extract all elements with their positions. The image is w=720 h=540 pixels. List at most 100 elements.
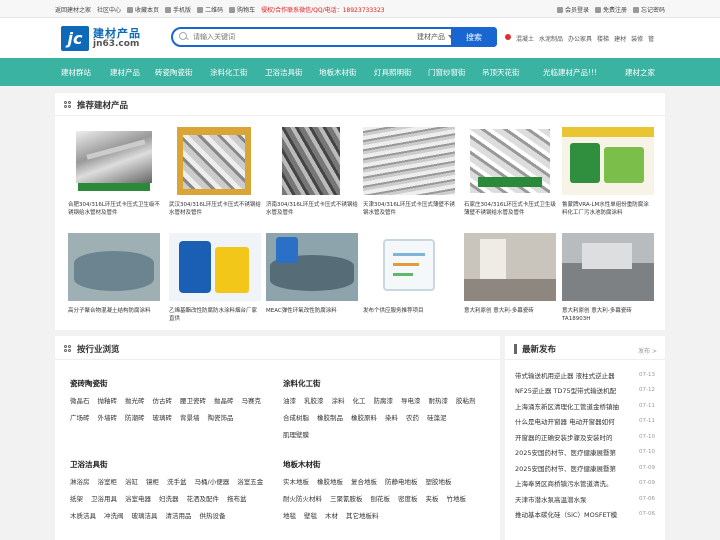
news-title: 最新发布 bbox=[514, 343, 556, 355]
logo-title: 建材产品 bbox=[93, 26, 141, 40]
product-image bbox=[562, 127, 654, 195]
nav-item-flooring[interactable]: 地板木材街 bbox=[319, 67, 357, 78]
logo-domain: jn63.com bbox=[93, 38, 140, 49]
cart-icon bbox=[229, 6, 236, 13]
category-links: 淋浴房 浴室柜 浴缸 镜柜 洗手盆 马桶/小便器 浴室五金 纸架 卫浴用具 浴室电器 妇洗器 花洒及配… bbox=[70, 478, 264, 520]
product-image bbox=[363, 127, 455, 195]
product-image bbox=[562, 233, 654, 301]
login-link[interactable]: 会员登录 bbox=[556, 5, 589, 14]
topbar-link-community[interactable]: 社区中心 bbox=[97, 5, 121, 14]
nav-item-home[interactable]: 建材之家 bbox=[625, 67, 655, 78]
product-card[interactable]: 鲁蒙牌VRA-LM水性单组份重防腐涂料化工厂污水池防腐涂料 bbox=[562, 127, 654, 217]
product-card[interactable]: MEAC弹性环氧改性防腐涂料 bbox=[266, 233, 358, 315]
hot-keyword[interactable]: 建材 bbox=[614, 34, 626, 43]
category-title[interactable]: 瓷砖陶瓷街 bbox=[70, 378, 270, 389]
product-image bbox=[266, 127, 358, 195]
search-category-select[interactable]: 建材产品 bbox=[417, 32, 454, 42]
recommend-section: 推荐建材产品 合肥304/316L环压式卡压式卫生级不锈钢给水管材及管件 武汉3… bbox=[55, 93, 665, 330]
category-title[interactable]: 地板木材街 bbox=[283, 459, 488, 470]
news-item[interactable]: 带式输送机用逆止器 液柱式逆止器 07-13 bbox=[515, 367, 655, 383]
category-group: 涂料化工街 油漆 乳胶漆 涂料 化工 防腐漆 导电漆 耐热漆 胶粘剂 合成树脂 橡胶制品 橡胶原料染… bbox=[283, 378, 488, 439]
lock-icon bbox=[632, 6, 639, 13]
grid-icon bbox=[64, 101, 72, 109]
product-card[interactable]: 意大利原创 意大利-多幕瓷砖TA18903H bbox=[562, 233, 654, 323]
nav-item-products[interactable]: 建材产品 bbox=[110, 67, 140, 78]
nav-item-welcome[interactable]: 光临建材产品!!! bbox=[543, 67, 597, 78]
nav-item-windows[interactable]: 门窗纱窗街 bbox=[428, 67, 466, 78]
topbar-link-mobile[interactable]: 手机版 bbox=[165, 5, 191, 14]
product-card[interactable]: 高分子聚合物混凝土结构防腐涂料 bbox=[68, 233, 160, 315]
top-bar: 返回建材之家 社区中心 收藏本页 手机版 二维码 购物车 侵权/合作联系微信/Q… bbox=[0, 0, 720, 18]
category-title[interactable]: 涂料化工街 bbox=[283, 378, 488, 389]
category-group: 瓷砖陶瓷街 微晶石 抛釉砖 抛光砖 仿古砖 腰卫瓷砖 抛晶砖 马赛克 广场砖 外墙砖 防潮砖 玻璃砖… bbox=[70, 378, 270, 422]
divider bbox=[505, 359, 665, 360]
hot-keyword[interactable]: 水泥制品 bbox=[539, 34, 563, 43]
account-links: 会员登录 免费注册 忘记密码 bbox=[556, 5, 665, 14]
nav-item-coatings[interactable]: 涂料化工街 bbox=[210, 67, 248, 78]
search-icon bbox=[177, 30, 191, 44]
news-item[interactable]: 开窗器的正确安装步骤及安装时的 07-10 bbox=[515, 429, 655, 445]
hot-keyword[interactable]: 楼梯 bbox=[597, 34, 609, 43]
category-title[interactable]: 卫浴洁具街 bbox=[70, 459, 275, 470]
forgot-password-link[interactable]: 忘记密码 bbox=[632, 5, 665, 14]
edit-icon bbox=[594, 6, 601, 13]
header: jc 建材产品 jn63.com 建材产品 搜索 混凝土 水泥制品 办公家具 楼… bbox=[0, 18, 720, 58]
topbar-link-home[interactable]: 返回建材之家 bbox=[55, 5, 91, 14]
user-icon bbox=[556, 6, 563, 13]
product-card[interactable]: 武汉304/316L环压式卡压式不锈钢给水管材及管件 bbox=[169, 127, 261, 217]
mobile-icon bbox=[165, 6, 172, 13]
product-image bbox=[464, 233, 556, 301]
industry-section: 按行业浏览 瓷砖陶瓷街 微晶石 抛釉砖 抛光砖 仿古砖 腰卫瓷砖 抛晶砖 马赛克 广场砖 外墙砖… bbox=[55, 336, 500, 540]
site-logo[interactable]: jc 建材产品 jn63.com bbox=[61, 26, 141, 51]
news-item[interactable]: 2025安国药材节、医疗健康展暨第 07-10 bbox=[515, 445, 655, 461]
product-card[interactable]: 意大利原创 意大利-多幕瓷砖 bbox=[464, 233, 556, 315]
product-image bbox=[68, 127, 160, 195]
nav-item-ceiling[interactable]: 吊顶天花街 bbox=[482, 67, 520, 78]
product-card[interactable]: 济南304/316L环压式卡压式不锈钢给水管及管件 bbox=[266, 127, 358, 217]
qrcode-icon bbox=[197, 6, 204, 13]
bar-icon bbox=[514, 344, 517, 354]
hot-keywords: 混凝土 水泥制品 办公家具 楼梯 建材 装修 管 bbox=[505, 34, 654, 43]
search-input[interactable] bbox=[193, 30, 393, 44]
news-item[interactable]: 天津市潜水泵高温潜水泵 07-06 bbox=[515, 491, 655, 507]
grid-icon bbox=[64, 345, 72, 353]
divider bbox=[55, 115, 665, 116]
product-card[interactable]: 天津304/316L环压式卡压式薄壁不锈钢水管及管件 bbox=[363, 127, 455, 217]
news-item[interactable]: 上海奉贤区商桥镇污水管道清洗。 07-09 bbox=[515, 476, 655, 492]
product-card[interactable]: 发布个供应服务推荐项目 bbox=[363, 233, 455, 315]
product-image bbox=[169, 127, 261, 195]
topbar-link-bookmark[interactable]: 收藏本页 bbox=[127, 5, 159, 14]
news-item[interactable]: 推动基本碳化硅（SiC）MOSFET模 07-06 bbox=[515, 507, 655, 523]
category-links: 微晶石 抛釉砖 抛光砖 仿古砖 腰卫瓷砖 抛晶砖 马赛克 广场砖 外墙砖 防潮砖 玻璃砖 背景墙 陶瓷饰… bbox=[70, 397, 261, 422]
product-image bbox=[68, 233, 160, 301]
category-group: 卫浴洁具街 淋浴房 浴室柜 浴缸 镜柜 洗手盆 马桶/小便器 浴室五金 纸架 卫浴用具 浴室电器妇… bbox=[70, 459, 275, 520]
contact-info: 侵权/合作联系微信/QQ/电话：18923733323 bbox=[261, 7, 385, 14]
product-card[interactable]: 乙烯基酯改性防腐防水涂料烟台厂家直供 bbox=[169, 233, 261, 323]
nav-item-ceramics[interactable]: 砖瓷陶瓷街 bbox=[155, 67, 193, 78]
nav-item-sites[interactable]: 建材群站 bbox=[61, 67, 91, 78]
nav-item-sanitary[interactable]: 卫浴洁具街 bbox=[265, 67, 303, 78]
topbar-link-cart[interactable]: 购物车 bbox=[229, 5, 255, 14]
hot-keyword[interactable]: 办公家具 bbox=[568, 34, 592, 43]
nav-item-lighting[interactable]: 灯具照明街 bbox=[374, 67, 412, 78]
hot-keyword[interactable]: 管 bbox=[648, 34, 654, 43]
news-item[interactable]: 什么是电动开窗器 电动开窗器如何 07-11 bbox=[515, 414, 655, 430]
category-links: 实木地板 橡胶地板 复合地板 防静电地板 塑胶地板 耐火防火材料 三聚氰胺板 刨花板 密度板 夹板… bbox=[283, 478, 466, 520]
news-item[interactable]: 上海涌东新区清理化工管道金桥镇抽 07-11 bbox=[515, 398, 655, 414]
news-more-link[interactable]: 发布 > bbox=[638, 346, 657, 355]
register-link[interactable]: 免费注册 bbox=[594, 5, 627, 14]
product-image bbox=[169, 233, 261, 301]
topbar-link-qrcode[interactable]: 二维码 bbox=[197, 5, 223, 14]
industry-title: 按行业浏览 bbox=[64, 343, 120, 355]
news-list: 带式输送机用逆止器 液柱式逆止器 07-13 NF25逆止器 TD75型带式输送机… bbox=[515, 367, 655, 522]
hot-keyword[interactable]: 混凝土 bbox=[516, 34, 534, 43]
product-card[interactable]: 石家庄304/316L环压式卡压式卫生级薄壁不锈钢给水管及管件 bbox=[464, 127, 556, 217]
news-item[interactable]: 2025安国药材节、医疗健康展暨第 07-09 bbox=[515, 460, 655, 476]
search-button[interactable]: 搜索 bbox=[451, 27, 497, 47]
hot-keyword[interactable]: 装修 bbox=[631, 34, 643, 43]
news-section: 最新发布 发布 > 带式输送机用逆止器 液柱式逆止器 07-13 NF25逆止器 … bbox=[505, 336, 665, 540]
news-item[interactable]: NF25逆止器 TD75型带式输送机配 07-12 bbox=[515, 383, 655, 399]
product-card[interactable]: 合肥304/316L环压式卡压式卫生级不锈钢给水管材及管件 bbox=[68, 127, 160, 217]
category-links: 油漆 乳胶漆 涂料 化工 防腐漆 导电漆 耐热漆 胶粘剂 合成树脂 橡胶制品 橡胶原料 染料 农药 硅藻泥… bbox=[283, 397, 476, 439]
product-image bbox=[464, 127, 556, 195]
